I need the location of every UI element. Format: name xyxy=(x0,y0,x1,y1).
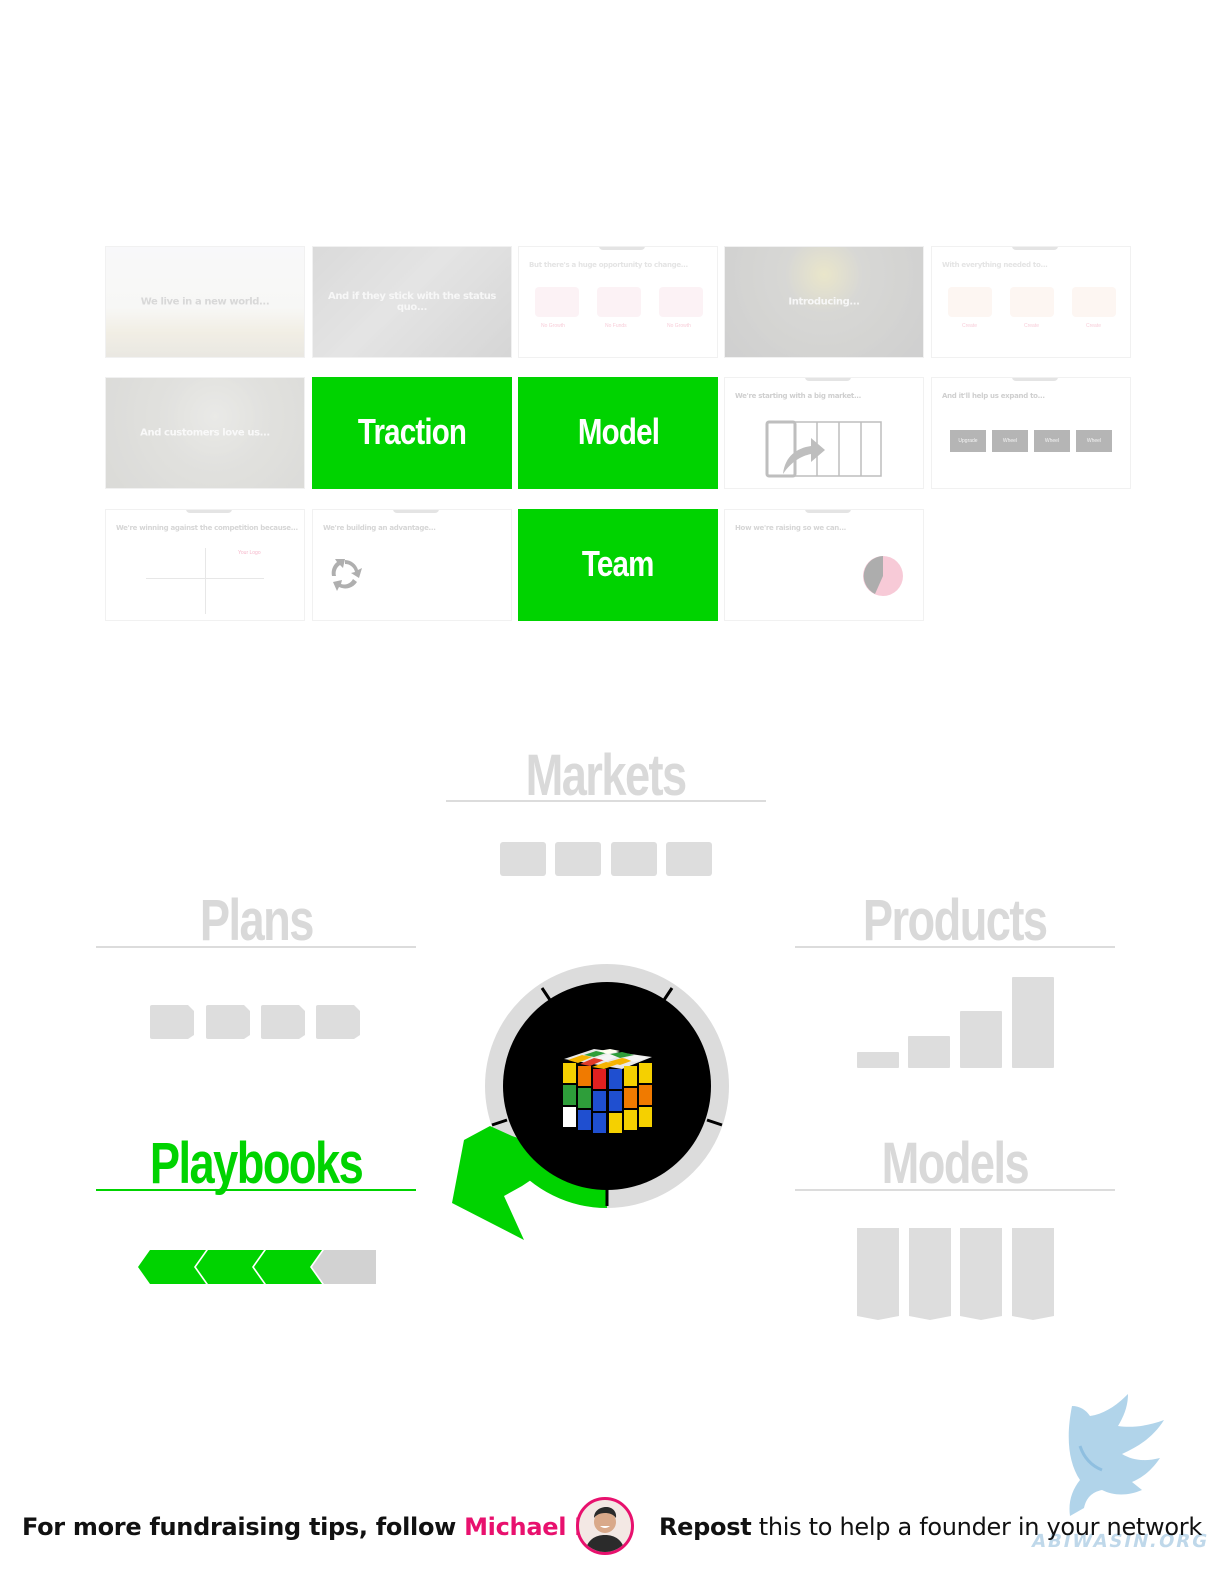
product-bar xyxy=(857,1052,899,1068)
section-title-markets: Markets xyxy=(525,743,688,808)
placeholder-box xyxy=(948,287,992,317)
slide-tab xyxy=(186,510,232,513)
slide-heading: How we're raising so we can... xyxy=(735,524,847,532)
placeholder-box xyxy=(597,287,641,317)
follow-text: For more fundraising tips, follow Michae… xyxy=(22,1513,610,1541)
slide-tab xyxy=(1012,247,1058,250)
slide-heading: We're winning against the competition be… xyxy=(116,524,298,532)
box-label: No Growth xyxy=(541,323,565,329)
market-block xyxy=(555,842,601,876)
slide-heading: But there's a huge opportunity to change… xyxy=(529,261,688,269)
slide-expand-to: And it'll help us expand to... Upgrade W… xyxy=(931,377,1131,489)
slide-title: Model xyxy=(577,411,659,453)
slide-tab xyxy=(805,510,851,513)
slide-opportunity: But there's a huge opportunity to change… xyxy=(518,246,718,358)
section-rule xyxy=(446,800,766,802)
arrow-curve-icon xyxy=(765,420,882,478)
slide-heading: We're building an advantage... xyxy=(323,524,436,532)
rubiks-cube-icon xyxy=(563,1049,652,1133)
repost-text: Repost this to help a founder in your ne… xyxy=(659,1513,1202,1541)
expand-box: Wheel xyxy=(992,430,1028,452)
section-title-products: Products xyxy=(863,888,1048,953)
placeholder-box xyxy=(659,287,703,317)
placeholder-box xyxy=(535,287,579,317)
logo-label: Your Logo xyxy=(238,550,261,556)
market-block xyxy=(666,842,712,876)
section-rule-active xyxy=(96,1189,416,1191)
slide-heading: And it'll help us expand to... xyxy=(942,392,1045,400)
market-block xyxy=(500,842,546,876)
placeholder-box xyxy=(1072,287,1116,317)
slide-introducing: Introducing... xyxy=(724,246,924,358)
box-label: Create xyxy=(962,323,978,329)
slide-tab xyxy=(393,510,439,513)
griffin-logo xyxy=(1068,1394,1164,1516)
repost-strong: Repost xyxy=(659,1513,752,1541)
playbooks-chevron-progress xyxy=(138,1250,376,1284)
slide-caption: We live in a new world... xyxy=(140,296,270,308)
slide-heading: With everything needed to... xyxy=(942,261,1048,269)
slide-caption: Introducing... xyxy=(788,296,860,308)
slide-raising: How we're raising so we can... xyxy=(724,509,924,621)
avatar[interactable] xyxy=(576,1497,634,1555)
section-title-playbooks: Playbooks xyxy=(149,1131,364,1196)
slide-tab xyxy=(1012,378,1058,381)
slide-caption: And customers love us... xyxy=(140,427,270,439)
box-label: No Funds xyxy=(605,323,627,329)
section-title-models: Models xyxy=(881,1131,1030,1196)
slide-caption: And if they stick with the status quo... xyxy=(327,291,496,313)
slide-title: Traction xyxy=(357,411,467,453)
section-rule xyxy=(795,1189,1115,1191)
expand-box: Wheel xyxy=(1076,430,1112,452)
slide-competition: We're winning against the competition be… xyxy=(105,509,305,621)
slide-model: Model xyxy=(518,377,718,489)
slide-tab xyxy=(599,247,645,250)
slide-traction: Traction xyxy=(312,377,512,489)
expand-box: Wheel xyxy=(1034,430,1070,452)
avatar-portrait-icon xyxy=(585,1507,625,1552)
plans-step-icons xyxy=(150,1005,360,1039)
product-bar xyxy=(1012,977,1054,1068)
section-rule xyxy=(795,946,1115,948)
box-label: No Growth xyxy=(667,323,691,329)
section-title-plans: Plans xyxy=(199,888,314,953)
product-bar xyxy=(908,1036,950,1068)
axis-line xyxy=(205,548,206,614)
section-rule xyxy=(96,946,416,948)
slide-customers-love: And customers love us... xyxy=(105,377,305,489)
models-column-icons xyxy=(857,1228,1054,1320)
slide-status-quo: And if they stick with the status quo... xyxy=(312,246,512,358)
slide-big-market: We're starting with a big market... xyxy=(724,377,924,489)
placeholder-box xyxy=(1010,287,1054,317)
pie-icon xyxy=(863,556,903,596)
follow-prefix: For more fundraising tips, follow xyxy=(22,1513,465,1541)
cycle-arrows-icon xyxy=(331,559,362,591)
slide-title: Team xyxy=(582,543,654,585)
box-label: Create xyxy=(1086,323,1102,329)
slide-new-world: We live in a new world... xyxy=(105,246,305,358)
product-bar xyxy=(960,1011,1002,1068)
box-label: Create xyxy=(1024,323,1040,329)
slide-team: Team xyxy=(518,509,718,621)
slide-advantage: We're building an advantage... xyxy=(312,509,512,621)
expand-box: Upgrade xyxy=(950,430,986,452)
slide-everything-needed: With everything needed to... Create Crea… xyxy=(931,246,1131,358)
repost-rest: this to help a founder in your network xyxy=(751,1513,1203,1541)
market-block xyxy=(611,842,657,876)
